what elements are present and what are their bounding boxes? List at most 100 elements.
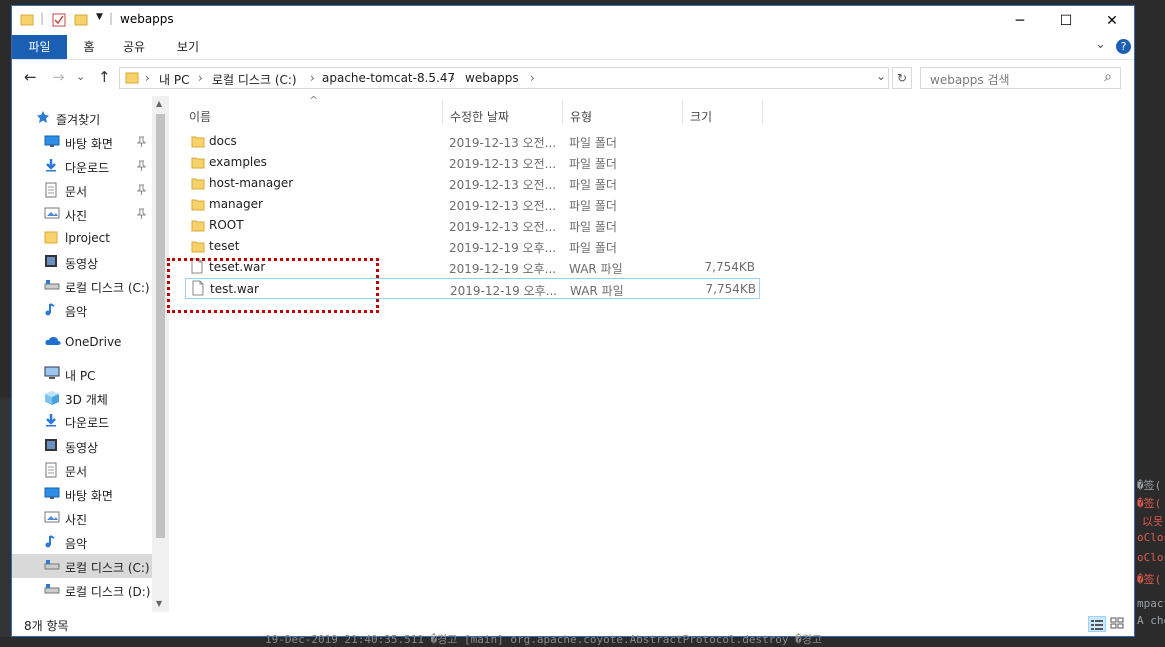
file-row[interactable]: docs 2019-12-13 오전... 파일 폴더 [185, 131, 760, 152]
properties-icon[interactable] [52, 13, 66, 27]
breadcrumb-local-disk-c[interactable]: 로컬 디스크 (C:) [212, 71, 297, 88]
picture-icon [44, 206, 60, 220]
sort-arrow-icon: ^ [309, 94, 319, 107]
column-divider[interactable] [682, 100, 683, 124]
details-view-icon [1091, 620, 1103, 630]
file-name: host-manager [209, 176, 294, 190]
address-dropdown-icon[interactable]: ⌄ [876, 69, 886, 83]
pin-icon[interactable] [136, 184, 147, 198]
sidebar-item-13[interactable]: 동영상 [12, 434, 152, 458]
file-type: 파일 폴더 [569, 178, 617, 192]
address-bar[interactable]: › 내 PC › 로컬 디스크 (C:) › apache-tomcat-8.5… [119, 67, 889, 89]
sidebar-item-label: lproject [65, 231, 110, 245]
ide-right-line-7: mpact [1137, 597, 1165, 610]
sidebar-item-7[interactable]: 로컬 디스크 (C:) [12, 274, 152, 298]
column-header-date[interactable]: 수정한 날짜 [450, 108, 509, 125]
sidebar-item-11[interactable]: 3D 개체 [12, 386, 152, 410]
sidebar-item-label: 바탕 화면 [65, 489, 113, 503]
file-type: WAR 파일 [570, 284, 624, 298]
column-header-type[interactable]: 유형 [570, 108, 592, 125]
file-row[interactable]: manager 2019-12-13 오전... 파일 폴더 [185, 194, 760, 215]
tab-home[interactable]: 홈 [74, 35, 104, 59]
sidebar-item-label: OneDrive [65, 335, 122, 349]
column-header-size[interactable]: 크기 [690, 108, 712, 125]
forward-button[interactable]: → [52, 68, 65, 86]
column-divider[interactable] [442, 100, 443, 124]
folder-icon [44, 230, 58, 244]
sidebar-item-15[interactable]: 바탕 화면 [12, 482, 152, 506]
separator: | [40, 11, 45, 25]
sidebar-item-5[interactable]: lproject [12, 226, 152, 250]
file-row[interactable]: ROOT 2019-12-13 오전... 파일 폴더 [185, 215, 760, 236]
file-type: 파일 폴더 [569, 136, 617, 150]
file-date: 2019-12-13 오전... [449, 220, 557, 234]
scroll-down-icon[interactable]: ▼ [156, 599, 162, 608]
scroll-up-icon[interactable]: ▲ [156, 99, 162, 108]
file-row[interactable]: teset 2019-12-19 오후... 파일 폴더 [185, 236, 760, 257]
sidebar-item-1[interactable]: 바탕 화면 [12, 130, 152, 154]
column-header-name[interactable]: 이름 [189, 108, 211, 125]
sidebar-item-6[interactable]: 동영상 [12, 250, 152, 274]
back-button[interactable]: ← [24, 68, 37, 86]
large-icons-view-button[interactable] [1109, 616, 1127, 632]
column-divider[interactable] [762, 100, 763, 124]
video-icon [44, 254, 58, 268]
sidebar-item-9[interactable]: OneDrive [12, 330, 152, 354]
folder-icon [191, 197, 205, 211]
sidebar-item-label: 즐겨찾기 [56, 113, 101, 127]
search-icon[interactable]: ⌕ [1104, 69, 1112, 85]
sidebar-item-label: 바탕 화면 [65, 137, 113, 151]
up-button[interactable]: ↑ [98, 68, 111, 86]
window-title: webapps [120, 12, 174, 26]
sidebar-item-label: 사진 [65, 513, 88, 527]
tab-view[interactable]: 보기 [170, 35, 206, 59]
sidebar-item-12[interactable]: 다운로드 [12, 409, 152, 433]
sidebar-item-10[interactable]: 내 PC [12, 362, 152, 386]
sidebar-item-16[interactable]: 사진 [12, 506, 152, 530]
sidebar-item-label: 문서 [65, 465, 88, 479]
sidebar-item-14[interactable]: 문서 [12, 458, 152, 482]
sidebar-item-0[interactable]: 즐겨찾기 [12, 106, 152, 130]
sidebar-item-3[interactable]: 문서 [12, 178, 152, 202]
scrollbar-thumb[interactable] [156, 114, 165, 538]
ide-right-line-6: �签( [1137, 573, 1162, 586]
navigation-scrollbar[interactable]: ▲ ▼ [152, 96, 169, 612]
tab-share[interactable]: 공유 [116, 35, 152, 59]
sidebar-item-label: 다운로드 [65, 161, 110, 175]
document-icon [44, 182, 58, 198]
close-button[interactable]: ✕ [1089, 6, 1135, 35]
pin-icon[interactable] [136, 136, 147, 150]
details-view-button[interactable] [1088, 616, 1106, 632]
breadcrumb-tomcat[interactable]: apache-tomcat-8.5.47 [322, 71, 455, 85]
maximize-button[interactable]: ☐ [1043, 6, 1089, 35]
highlight-annotation [167, 258, 379, 313]
tab-file[interactable]: 파일 [12, 35, 67, 59]
breadcrumb-webapps[interactable]: webapps [465, 71, 519, 85]
pin-icon[interactable] [136, 208, 147, 222]
recent-locations-icon[interactable]: ⌄ [76, 70, 85, 83]
sidebar-item-4[interactable]: 사진 [12, 202, 152, 226]
sidebar-item-18[interactable]: 로컬 디스크 (C:) [12, 554, 152, 578]
folder-icon [20, 14, 34, 26]
help-icon[interactable]: ? [1116, 39, 1131, 54]
minimize-button[interactable]: ─ [997, 6, 1043, 35]
cube-icon [44, 390, 60, 406]
quick-access-dropdown-icon[interactable]: ▼ [96, 12, 103, 22]
file-row[interactable]: examples 2019-12-13 오전... 파일 폴더 [185, 152, 760, 173]
item-count: 8개 항목 [24, 619, 69, 633]
pc-icon [44, 366, 60, 380]
sidebar-item-19[interactable]: 로컬 디스크 (D:) [12, 578, 152, 602]
sidebar-item-2[interactable]: 다운로드 [12, 154, 152, 178]
ribbon-expand-icon[interactable]: ⌄ [1095, 37, 1106, 52]
pin-icon[interactable] [136, 160, 147, 174]
breadcrumb-this-pc[interactable]: 내 PC [159, 71, 189, 88]
sidebar-item-17[interactable]: 음악 [12, 530, 152, 554]
file-row[interactable]: host-manager 2019-12-13 오전... 파일 폴더 [185, 173, 760, 194]
column-divider[interactable] [562, 100, 563, 124]
search-input[interactable]: webapps 검색 ⌕ [920, 67, 1121, 89]
sidebar-item-label: 음악 [65, 537, 88, 551]
download-icon [44, 413, 58, 427]
sidebar-item-8[interactable]: 음악 [12, 298, 152, 322]
refresh-button[interactable]: ↻ [892, 67, 912, 89]
new-folder-icon[interactable] [74, 13, 88, 27]
